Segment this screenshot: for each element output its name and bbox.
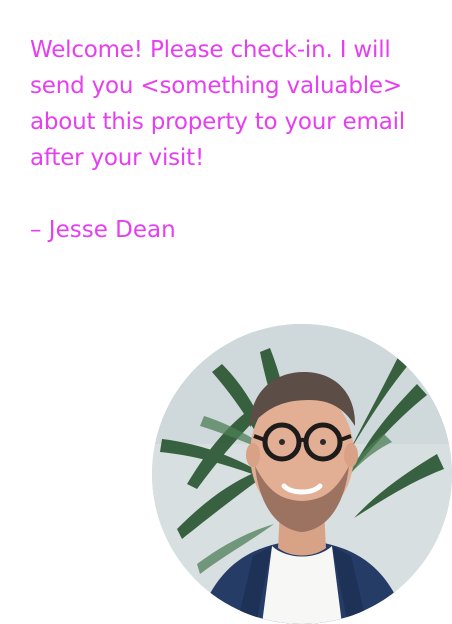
welcome-message-line-3: about this property to your email: [30, 109, 405, 135]
welcome-message-line-1: Welcome! Please check-in. I will: [30, 37, 391, 63]
avatar: [152, 324, 452, 624]
welcome-message-line-2: send you <something valuable>: [30, 73, 402, 99]
welcome-message-line-4: after your visit!: [30, 145, 204, 171]
welcome-message: Welcome! Please check-in. I will send yo…: [30, 32, 435, 176]
person-photo-icon: [152, 324, 452, 624]
signature: – Jesse Dean: [30, 217, 176, 243]
